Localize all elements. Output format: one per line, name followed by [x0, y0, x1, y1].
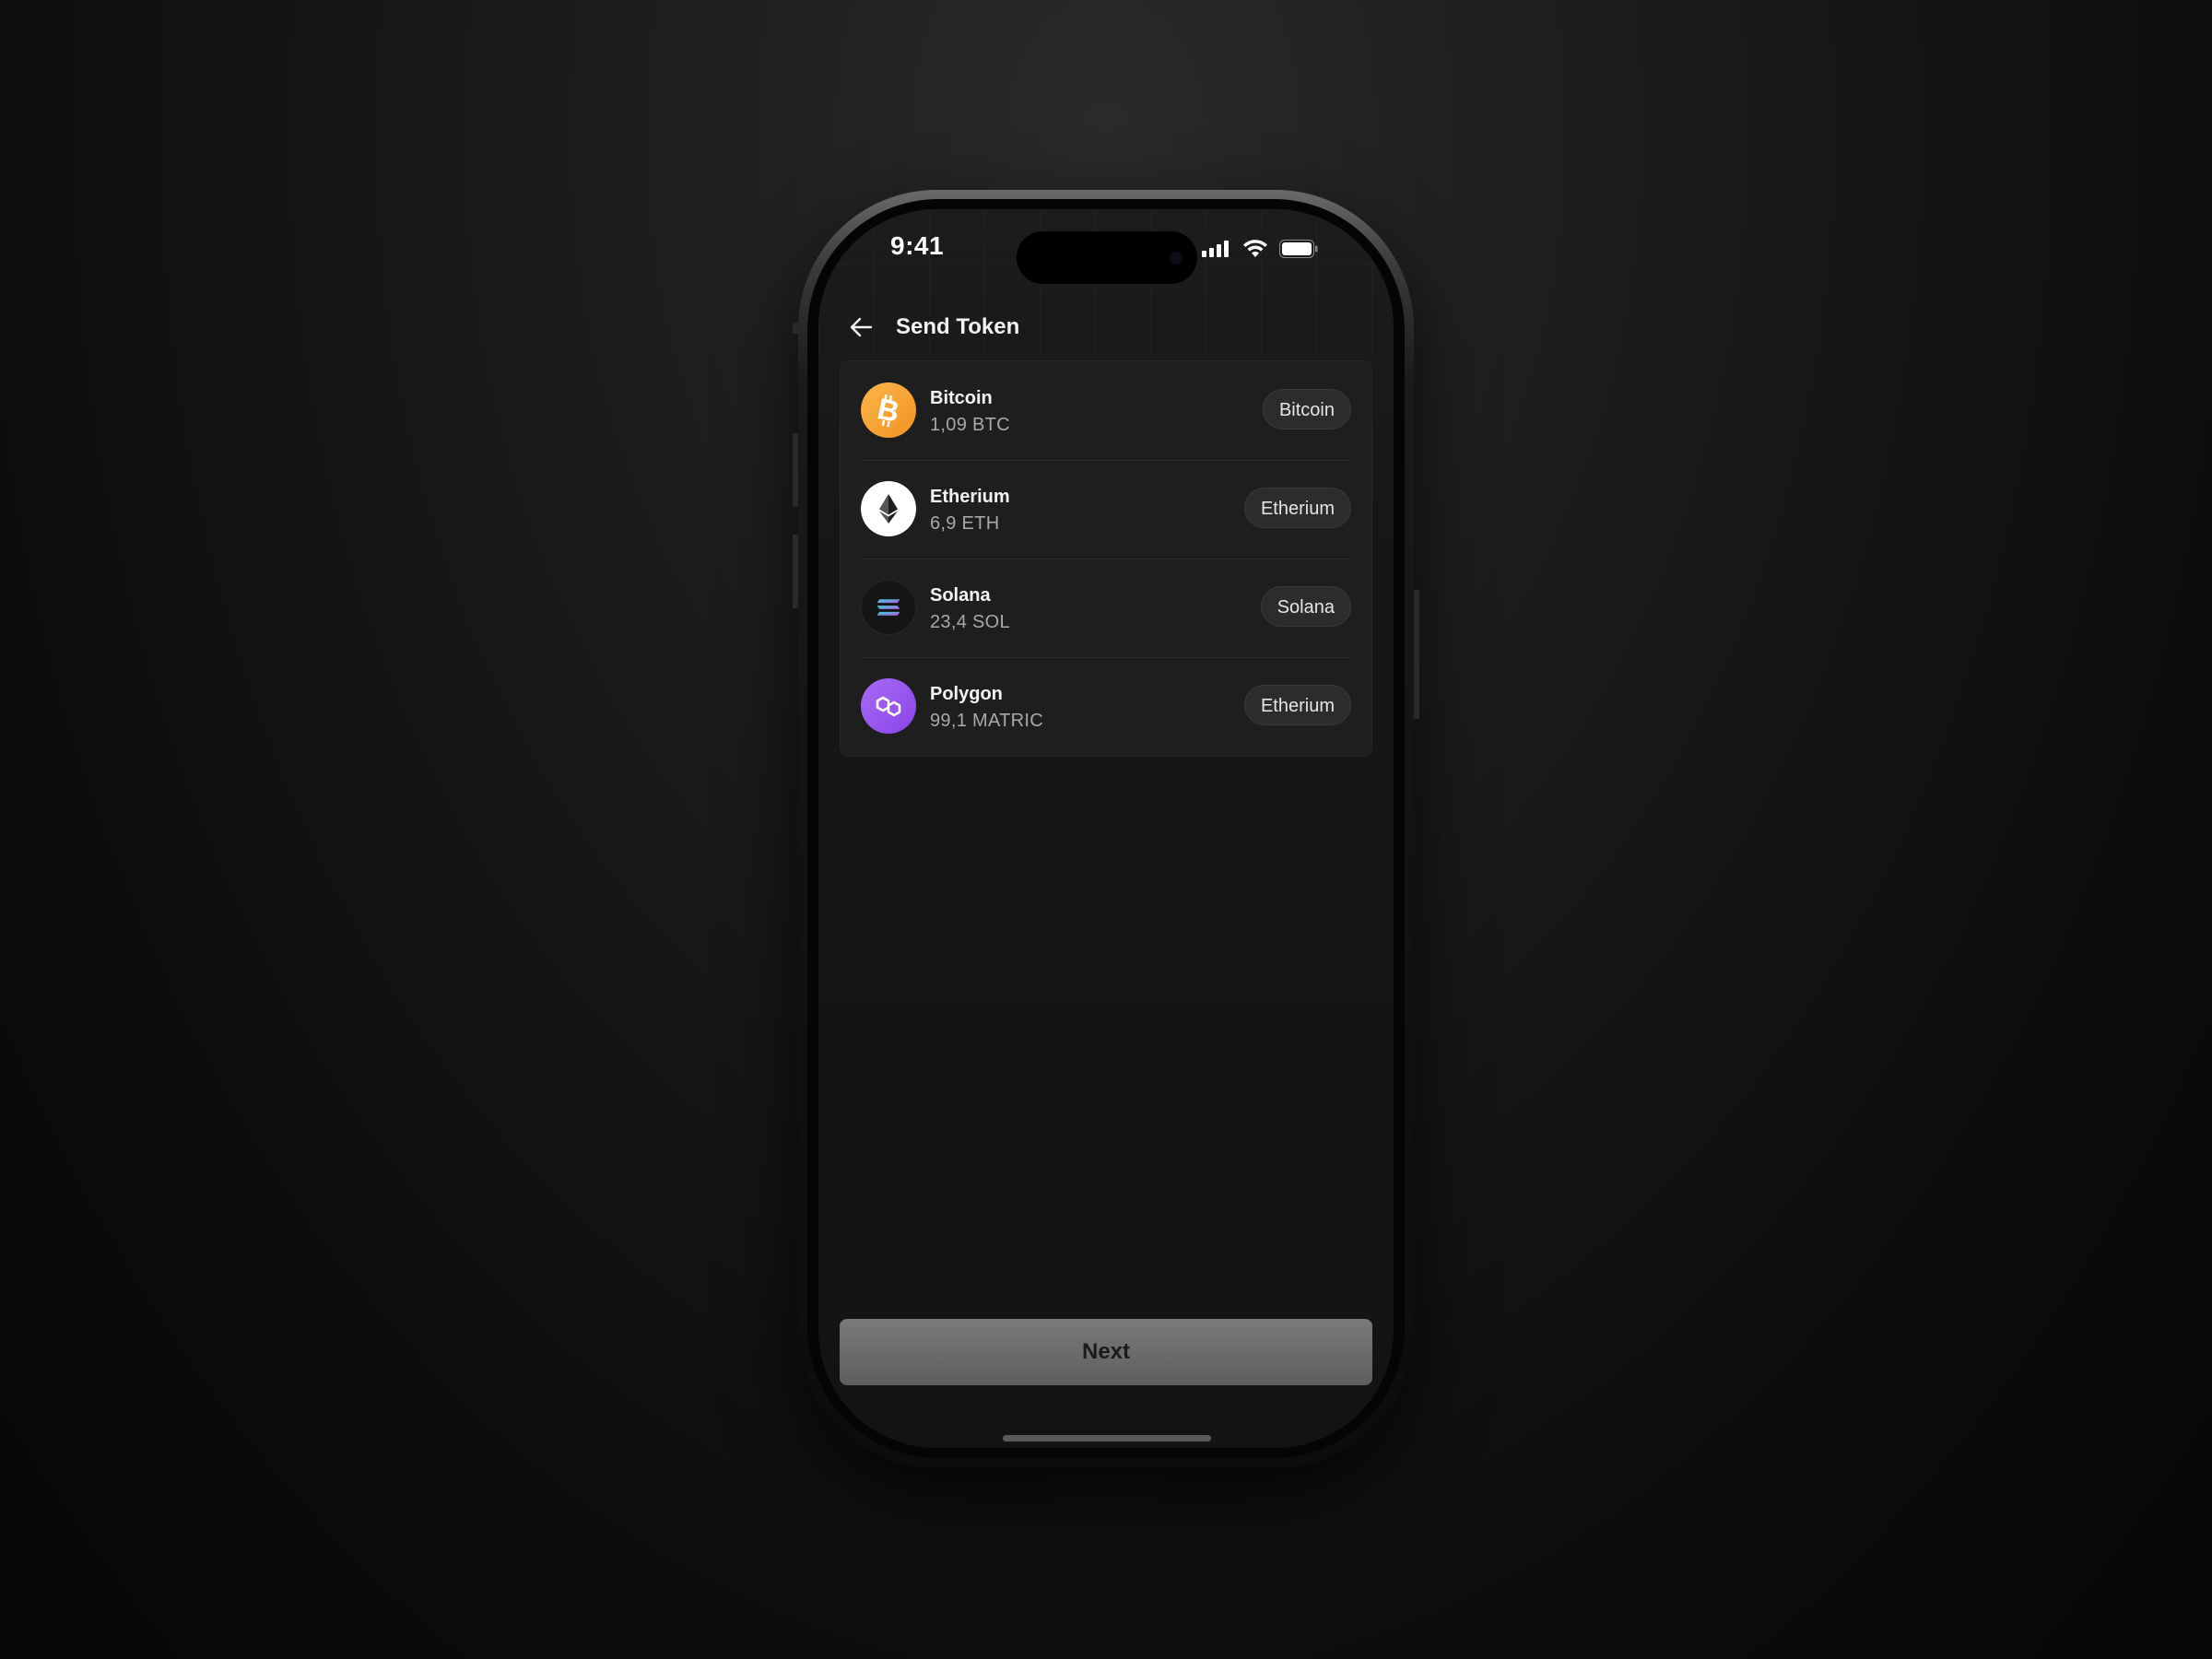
token-amount: 6,9 ETH	[930, 513, 1000, 534]
token-amount: 99,1 MATRIC	[930, 711, 1043, 731]
token-name: Etherium	[930, 487, 1010, 507]
token-name: Solana	[930, 585, 991, 606]
token-list: B Bitcoin 1,09 BTC Bitcoin Etherium 6,9 …	[840, 360, 1372, 757]
signal-icon	[1202, 241, 1229, 257]
token-name: Bitcoin	[930, 388, 993, 408]
camera-icon	[1170, 252, 1182, 265]
arrow-left-icon	[850, 317, 873, 337]
status-time: 9:41	[890, 231, 945, 260]
back-button[interactable]	[844, 311, 877, 344]
status-icons	[1202, 240, 1318, 258]
network-pill[interactable]: Solana	[1260, 586, 1351, 627]
token-name: Polygon	[930, 684, 1003, 704]
token-row-solana[interactable]: Solana 23,4 SOL Solana	[841, 559, 1371, 657]
token-row-bitcoin[interactable]: B Bitcoin 1,09 BTC Bitcoin	[841, 361, 1371, 460]
app-screen: 9:41 Send Token B Bitcoin 1,09 BTC Bitco…	[818, 209, 1394, 1448]
network-pill[interactable]: Bitcoin	[1262, 389, 1351, 429]
volume-up-button	[793, 433, 798, 507]
header-bar: Send Token	[818, 301, 1394, 353]
page-title: Send Token	[896, 314, 1020, 339]
solana-icon	[861, 580, 916, 635]
dynamic-island	[1017, 231, 1197, 284]
battery-icon	[1279, 240, 1318, 258]
token-row-etherium[interactable]: Etherium 6,9 ETH Etherium	[841, 460, 1371, 559]
home-indicator[interactable]	[1003, 1435, 1211, 1441]
action-button	[793, 323, 798, 334]
power-button	[1414, 590, 1419, 719]
bitcoin-icon: B	[861, 382, 916, 438]
ethereum-icon	[861, 481, 916, 536]
next-button[interactable]: Next	[840, 1319, 1372, 1385]
network-pill[interactable]: Etherium	[1243, 685, 1351, 725]
wifi-icon	[1243, 240, 1267, 257]
polygon-icon	[861, 678, 916, 734]
token-amount: 1,09 BTC	[930, 415, 1010, 435]
token-row-polygon[interactable]: Polygon 99,1 MATRIC Etherium	[841, 657, 1371, 756]
network-pill[interactable]: Etherium	[1243, 488, 1351, 528]
token-amount: 23,4 SOL	[930, 612, 1010, 632]
volume-down-button	[793, 535, 798, 608]
